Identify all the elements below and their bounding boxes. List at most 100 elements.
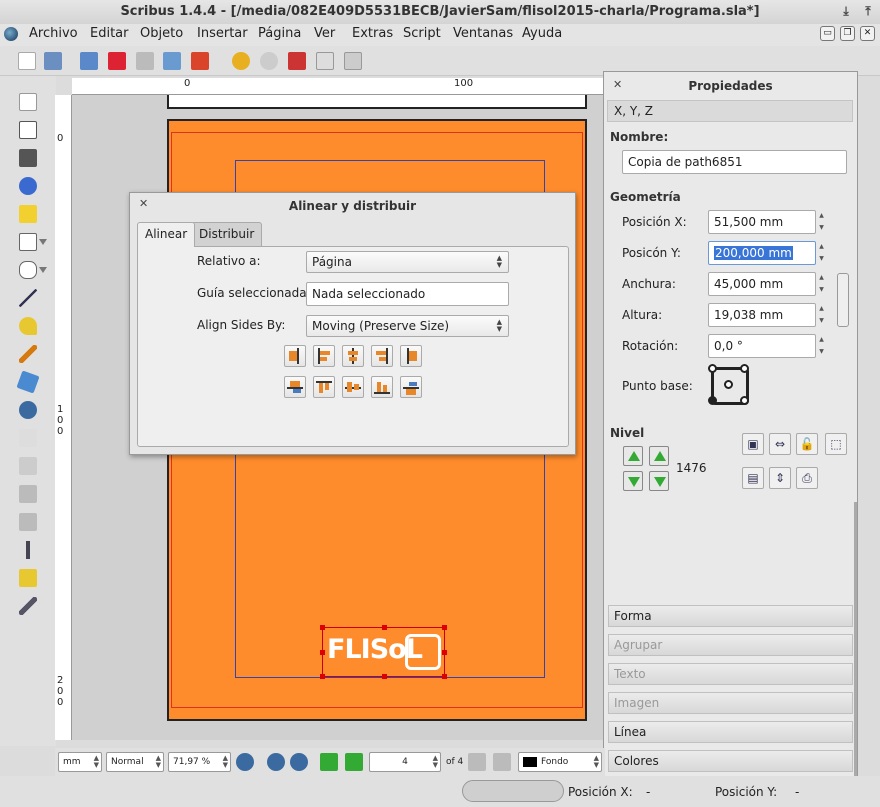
- level-bottom-icon[interactable]: [649, 471, 669, 491]
- menu-extras[interactable]: Extras: [352, 24, 393, 44]
- paste-icon[interactable]: [344, 52, 362, 70]
- align-left-to-right-icon[interactable]: [400, 345, 422, 367]
- anchura-spinner[interactable]: ▲ ▼: [816, 272, 827, 296]
- vertical-ruler[interactable]: 0 1 0 0 2 0 0: [55, 95, 72, 740]
- close-document-icon[interactable]: [108, 52, 126, 70]
- render-frame-icon[interactable]: [19, 177, 37, 195]
- minimize-icon[interactable]: ⤓: [838, 3, 854, 19]
- previous-page[interactable]: [167, 95, 587, 109]
- resize-handle[interactable]: [320, 625, 325, 630]
- link-chain-icon[interactable]: [837, 273, 849, 327]
- print-icon[interactable]: [136, 52, 154, 70]
- bezier-icon[interactable]: [19, 317, 37, 335]
- anchura-field[interactable]: 45,000 mm: [708, 272, 816, 296]
- measure-icon[interactable]: [19, 541, 37, 559]
- zoom-field[interactable]: 71,97 % ▲ ▼: [168, 752, 231, 772]
- resize-handle[interactable]: [320, 650, 325, 655]
- new-document-icon[interactable]: [18, 52, 36, 70]
- shape-icon[interactable]: [19, 233, 37, 251]
- align-right-icon[interactable]: [371, 345, 393, 367]
- align-sides-select[interactable]: Moving (Preserve Size) ▲ ▼: [306, 315, 509, 337]
- preflight-icon[interactable]: [163, 52, 181, 70]
- relativo-select[interactable]: Página ▲ ▼: [306, 251, 509, 273]
- zoom-out-icon[interactable]: [236, 753, 254, 771]
- section-colores[interactable]: Colores: [608, 750, 853, 772]
- zoom-reset-icon[interactable]: [267, 753, 285, 771]
- text-frame-icon[interactable]: [19, 121, 37, 139]
- base-point-selector[interactable]: [708, 364, 749, 405]
- unit-select[interactable]: mm ▲ ▼: [58, 752, 102, 772]
- base-point-bottom-right[interactable]: [740, 396, 749, 405]
- mdi-restore-icon[interactable]: ❐: [840, 26, 855, 41]
- select-tool-icon[interactable]: [19, 93, 37, 111]
- rotate-icon[interactable]: [16, 370, 40, 394]
- line-icon[interactable]: [19, 289, 37, 307]
- resize-handle[interactable]: [382, 625, 387, 630]
- zoom-in-icon[interactable]: [290, 753, 308, 771]
- save-icon[interactable]: [80, 52, 98, 70]
- flip-vertical-icon[interactable]: ⇕: [769, 467, 791, 489]
- base-point-top-left[interactable]: [708, 364, 717, 373]
- resize-handle[interactable]: [442, 625, 447, 630]
- menu-objeto[interactable]: Objeto: [140, 24, 183, 44]
- mdi-minimize-icon[interactable]: ▭: [820, 26, 835, 41]
- close-icon[interactable]: ✕: [139, 197, 148, 210]
- link-frames-icon[interactable]: [19, 485, 37, 503]
- zoom-icon[interactable]: [19, 401, 37, 419]
- flip-horizontal-icon[interactable]: ⇔: [769, 433, 791, 455]
- menu-ventanas[interactable]: Ventanas: [453, 24, 513, 44]
- pos-y-spinner[interactable]: ▲ ▼: [816, 241, 827, 265]
- unlink-frames-icon[interactable]: [19, 513, 37, 531]
- export-pdf-icon[interactable]: [191, 52, 209, 70]
- shape-menu-icon[interactable]: [39, 239, 47, 245]
- no-print-icon[interactable]: ▤: [742, 467, 764, 489]
- mdi-close-icon[interactable]: ✕: [860, 26, 875, 41]
- menu-script[interactable]: Script: [403, 24, 441, 44]
- altura-spinner[interactable]: ▲ ▼: [816, 303, 827, 327]
- printable-icon[interactable]: ▣: [742, 433, 764, 455]
- pos-x-field[interactable]: 51,500 mm: [708, 210, 816, 234]
- menu-pagina[interactable]: Página: [258, 24, 301, 44]
- altura-field[interactable]: 19,038 mm: [708, 303, 816, 327]
- undo-icon[interactable]: [232, 52, 250, 70]
- pos-x-spinner[interactable]: ▲ ▼: [816, 210, 827, 234]
- base-point-top-right[interactable]: [740, 364, 749, 373]
- resize-handle[interactable]: [382, 674, 387, 679]
- align-bottom-to-top-icon[interactable]: [284, 376, 306, 398]
- align-bottom-icon[interactable]: [371, 376, 393, 398]
- maximize-icon[interactable]: ⤒: [860, 3, 876, 19]
- tab-alinear[interactable]: Alinear: [137, 222, 196, 247]
- section-linea[interactable]: Línea: [608, 721, 853, 743]
- level-top-icon[interactable]: [649, 446, 669, 466]
- lock-size-icon[interactable]: ⬚: [825, 433, 847, 455]
- resize-handle[interactable]: [320, 674, 325, 679]
- edit-text-icon[interactable]: [19, 429, 37, 447]
- lock-icon[interactable]: 🔓: [796, 433, 818, 455]
- base-point-bottom-left[interactable]: [708, 396, 717, 405]
- level-raise-icon[interactable]: [623, 446, 643, 466]
- resize-handle[interactable]: [442, 650, 447, 655]
- polygon-icon[interactable]: [19, 261, 37, 279]
- first-page-icon[interactable]: [320, 753, 338, 771]
- last-page-icon[interactable]: [493, 753, 511, 771]
- image-frame-icon[interactable]: [19, 149, 37, 167]
- menu-archivo[interactable]: Archivo: [29, 24, 78, 44]
- next-page-icon[interactable]: [468, 753, 486, 771]
- copy-properties-icon[interactable]: [19, 569, 37, 587]
- dialog-title[interactable]: Alinear y distribuir: [130, 193, 575, 219]
- xyz-tab[interactable]: X, Y, Z: [607, 100, 853, 122]
- tab-distribuir[interactable]: Distribuir: [191, 222, 263, 246]
- align-center-vertical-icon[interactable]: [342, 376, 364, 398]
- horizontal-ruler[interactable]: 0 100: [72, 78, 607, 95]
- level-lower-icon[interactable]: [623, 471, 643, 491]
- copy-icon[interactable]: [316, 52, 334, 70]
- table-icon[interactable]: [19, 205, 37, 223]
- horizontal-scrollbar-handle[interactable]: [462, 780, 564, 802]
- selected-logo-object[interactable]: FLISoL: [320, 625, 447, 679]
- base-point-center[interactable]: [724, 380, 733, 389]
- eyedropper-icon[interactable]: [19, 597, 37, 615]
- menu-ver[interactable]: Ver: [314, 24, 335, 44]
- print-icon[interactable]: ⎙: [796, 467, 818, 489]
- menu-ayuda[interactable]: Ayuda: [522, 24, 562, 44]
- quality-select[interactable]: Normal ▲ ▼: [106, 752, 164, 772]
